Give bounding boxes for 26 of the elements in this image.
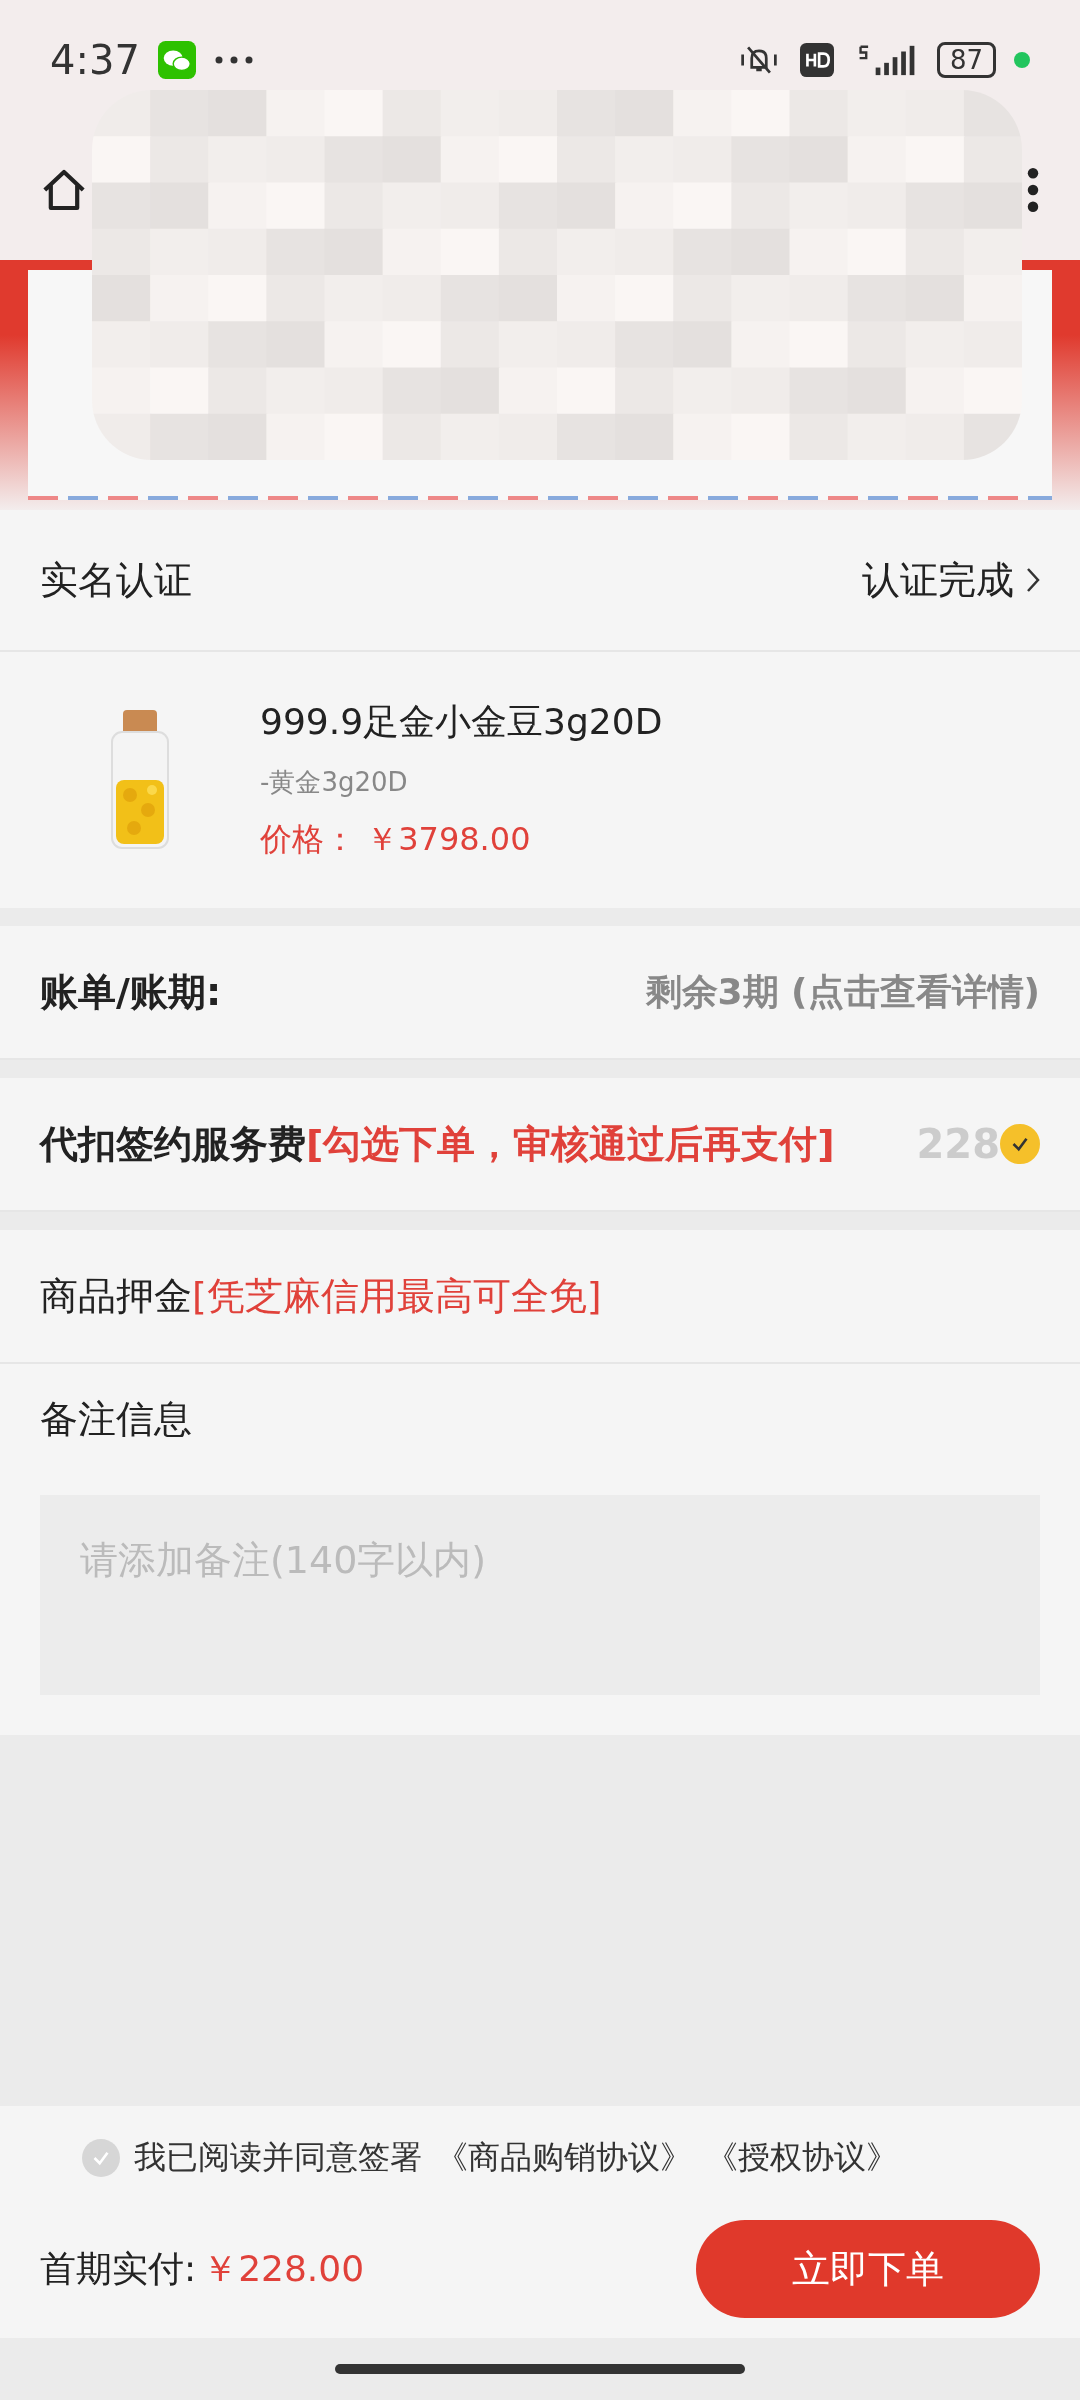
agreement-link[interactable]: 《商品购销协议》	[436, 2136, 692, 2180]
chevron-icon	[1026, 566, 1040, 594]
dot-icon	[1014, 52, 1030, 68]
service-fee-label: 代扣签约服务费	[40, 1121, 306, 1166]
agreement-link[interactable]: 《授权协议》	[706, 2136, 898, 2180]
deposit-note: [凭芝麻信用最高可全免]	[192, 1273, 602, 1318]
agreement-checkbox[interactable]	[82, 2139, 120, 2177]
service-fee-note: [勾选下单，审核通过后再支付]	[306, 1121, 835, 1166]
product-name: 999.9足金小金豆3g20D	[260, 700, 663, 744]
order-button[interactable]: 立即下单	[696, 2220, 1040, 2318]
chat-app-icon	[157, 41, 196, 79]
verification-label: 实名认证	[40, 556, 192, 604]
agreement-text: 我已阅读并同意签署	[134, 2137, 422, 2178]
product-spec: -黄金3g20D	[260, 766, 409, 799]
product-price: 价格： ￥3798.00	[260, 819, 532, 860]
bill-label: 账单/账期:	[40, 968, 222, 1016]
service-fee-checkbox[interactable]	[1000, 1124, 1040, 1164]
more-notifications-icon	[213, 55, 254, 65]
status-time: 4:37	[50, 37, 140, 83]
verification-status-link[interactable]: 认证完成	[862, 554, 1040, 606]
remarks-label: 备注信息	[40, 1396, 193, 1443]
more-icon[interactable]	[1026, 167, 1040, 213]
deposit-label: 商品押金	[40, 1273, 192, 1318]
battery-icon: 87	[936, 42, 996, 78]
first-payment-amount: ￥228.00	[202, 2246, 365, 2291]
first-payment-label: 首期实付:	[40, 2246, 197, 2291]
